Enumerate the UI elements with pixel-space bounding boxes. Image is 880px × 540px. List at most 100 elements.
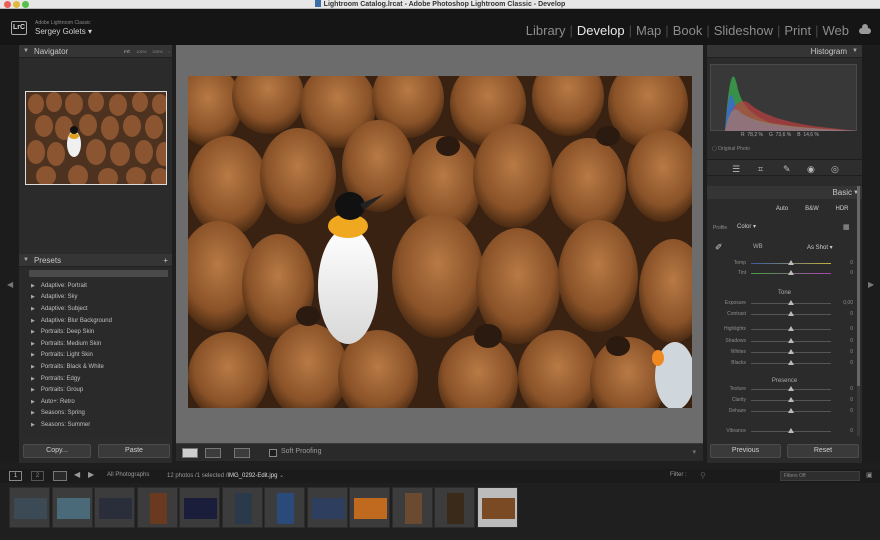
slider-value-tint[interactable]: 0 xyxy=(839,270,853,276)
slider-temp[interactable] xyxy=(751,260,831,265)
grid-view-icon[interactable] xyxy=(53,471,67,481)
main-image-area[interactable] xyxy=(176,45,703,443)
filter-lock-icon[interactable]: ⚲ xyxy=(700,471,706,480)
profile-select[interactable]: Color ▾ xyxy=(737,223,827,232)
slider-knob[interactable] xyxy=(788,428,794,433)
masking-icon[interactable]: ◎ xyxy=(831,164,839,175)
slider-exposure[interactable] xyxy=(751,300,831,305)
slider-knob[interactable] xyxy=(788,326,794,331)
wb-select[interactable]: As Shot ▾ xyxy=(807,244,833,251)
preset-item[interactable]: ▶ Adaptive: Portrait xyxy=(19,280,172,292)
slider-knob[interactable] xyxy=(788,338,794,343)
filter-select[interactable]: Filters Off xyxy=(780,471,860,481)
forward-arrow-icon[interactable]: ▶ xyxy=(88,470,94,479)
edit-sliders-icon[interactable]: ☰ xyxy=(732,164,740,175)
filmstrip-toggle-icon[interactable]: ▣ xyxy=(866,471,873,479)
paste-settings-button[interactable]: Paste xyxy=(98,444,170,458)
filmstrip-thumbnail[interactable] xyxy=(94,487,135,528)
reset-button[interactable]: Reset xyxy=(787,444,859,458)
slider-dehaze[interactable] xyxy=(751,408,831,413)
preset-item[interactable]: ▶ Portraits: Edgy xyxy=(19,373,172,385)
filmstrip-thumbnail[interactable] xyxy=(349,487,390,528)
module-web[interactable]: Web xyxy=(819,23,854,38)
presets-header[interactable]: ▼ Presets + xyxy=(19,254,172,267)
preset-item[interactable]: ▶ Portraits: Black & White xyxy=(19,361,172,373)
scrollbar-thumb[interactable] xyxy=(857,186,860,386)
slider-whites[interactable] xyxy=(751,349,831,354)
crop-icon[interactable]: ⌗ xyxy=(758,164,763,175)
slider-value-whites[interactable]: 0 xyxy=(839,349,853,355)
slider-knob[interactable] xyxy=(788,397,794,402)
slider-value-clarity[interactable]: 0 xyxy=(839,397,853,403)
slider-knob[interactable] xyxy=(788,386,794,391)
right-panel-scrollbar[interactable] xyxy=(857,186,860,436)
slider-value-temp[interactable]: 0 xyxy=(839,260,853,266)
slider-value-highlights[interactable]: 0 xyxy=(839,326,853,332)
wb-eyedropper-icon[interactable]: ✐ xyxy=(715,242,723,253)
filmstrip-thumbnail[interactable] xyxy=(264,487,305,528)
module-map[interactable]: Map xyxy=(632,23,665,38)
slider-shadows[interactable] xyxy=(751,338,831,343)
filmstrip-thumbnail[interactable] xyxy=(9,487,50,528)
slider-value-dehaze[interactable]: 0 xyxy=(839,408,853,414)
slider-knob[interactable] xyxy=(788,300,794,305)
slider-knob[interactable] xyxy=(788,270,794,275)
loupe-view-icon[interactable] xyxy=(182,448,198,458)
preset-item[interactable]: ▶ Seasons: Summer xyxy=(19,419,172,431)
toolbar-menu-icon[interactable]: ▾ xyxy=(692,448,696,456)
before-after-swap-icon[interactable] xyxy=(234,448,250,458)
slider-knob[interactable] xyxy=(788,311,794,316)
filmstrip-thumbnail[interactable] xyxy=(179,487,220,528)
second-screen-button[interactable]: 2 xyxy=(31,471,44,481)
slider-texture[interactable] xyxy=(751,386,831,391)
filmstrip-thumbnail[interactable] xyxy=(434,487,475,528)
back-arrow-icon[interactable]: ◀ xyxy=(74,470,80,479)
slider-vibrance[interactable] xyxy=(751,428,831,433)
right-panel-toggle[interactable]: ▶ xyxy=(862,45,880,463)
preset-item[interactable]: ▶ Portraits: Medium Skin xyxy=(19,338,172,350)
navigator-preview[interactable] xyxy=(25,91,167,185)
bw-button[interactable]: B&W xyxy=(797,204,827,215)
profile-browser-icon[interactable]: ▦ xyxy=(843,223,850,231)
slider-knob[interactable] xyxy=(788,349,794,354)
soft-proofing-checkbox[interactable] xyxy=(269,449,277,457)
slider-value-vibrance[interactable]: 0 xyxy=(839,428,853,434)
copy-settings-button[interactable]: Copy... xyxy=(23,444,91,458)
photo-canvas[interactable] xyxy=(188,76,692,408)
slider-knob[interactable] xyxy=(788,408,794,413)
add-preset-icon[interactable]: + xyxy=(163,256,168,265)
healing-icon[interactable]: ✎ xyxy=(783,164,791,175)
histogram-graph[interactable] xyxy=(710,64,857,131)
preset-item[interactable]: ▶ Adaptive: Blur Background xyxy=(19,315,172,327)
filmstrip-thumbnail[interactable] xyxy=(391,487,433,528)
zoom-more[interactable]: ‹ xyxy=(169,49,170,54)
slider-clarity[interactable] xyxy=(751,397,831,402)
slider-value-blacks[interactable]: 0 xyxy=(839,360,853,366)
module-book[interactable]: Book xyxy=(669,23,707,38)
slider-knob[interactable] xyxy=(788,260,794,265)
filmstrip-thumbnail[interactable] xyxy=(136,487,178,528)
identity-user[interactable]: Sergey Golets ▾ xyxy=(35,27,92,36)
filmstrip-thumbnail[interactable] xyxy=(476,487,518,528)
module-print[interactable]: Print xyxy=(780,23,815,38)
red-eye-icon[interactable]: ◉ xyxy=(807,164,815,175)
preset-item[interactable]: ▶ Auto+: Retro xyxy=(19,396,172,408)
before-after-icon[interactable] xyxy=(205,448,221,458)
navigator-header[interactable]: ▼ Navigator FIT 100% 200% ‹ xyxy=(19,45,172,58)
hdr-button[interactable]: HDR xyxy=(827,204,857,215)
module-slideshow[interactable]: Slideshow xyxy=(710,23,777,38)
module-library[interactable]: Library xyxy=(522,23,570,38)
slider-knob[interactable] xyxy=(788,360,794,365)
filmstrip-thumbnail[interactable] xyxy=(306,487,348,528)
zoom-fit[interactable]: FIT xyxy=(124,49,130,54)
source-label[interactable]: All Photographs xyxy=(107,472,149,478)
preset-item[interactable]: ▶ Portraits: Deep Skin xyxy=(19,326,172,338)
left-panel-toggle[interactable]: ◀ xyxy=(0,45,19,463)
auto-button[interactable]: Auto xyxy=(767,204,797,215)
slider-highlights[interactable] xyxy=(751,326,831,331)
slider-value-shadows[interactable]: 0 xyxy=(839,338,853,344)
preset-item[interactable]: ▶ Adaptive: Subject xyxy=(19,303,172,315)
preset-item[interactable]: ▶ Adaptive: Sky xyxy=(19,292,172,304)
preset-item[interactable]: ▶ Portraits: Group xyxy=(19,384,172,396)
zoom-100[interactable]: 100% xyxy=(136,49,146,54)
